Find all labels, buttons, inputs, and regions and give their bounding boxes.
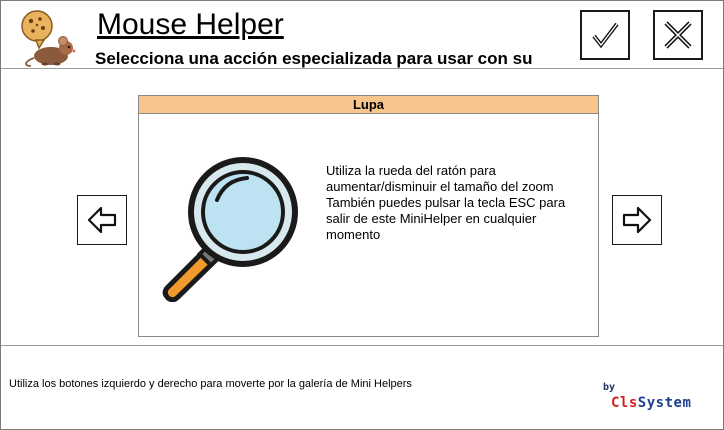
- helper-card: Lupa Utiliza la rueda del ratón para aum…: [138, 95, 599, 337]
- next-helper-button[interactable]: [612, 195, 662, 245]
- accept-button[interactable]: [580, 10, 630, 60]
- close-button[interactable]: [653, 10, 703, 60]
- description-line: aumentar/disminuir el tamaño del zoom: [326, 179, 554, 194]
- arrow-right-icon: [622, 206, 652, 234]
- brand-name: ClsSystem: [611, 395, 691, 411]
- description-line: Utiliza la rueda del ratón para: [326, 163, 496, 178]
- description-line: salir de este MiniHelper en cualquier: [326, 211, 537, 226]
- arrow-left-icon: [87, 206, 117, 234]
- brand-system: System: [637, 395, 692, 411]
- brand-cls: Cls: [611, 395, 638, 411]
- description-line: momento: [326, 227, 381, 242]
- magnifying-glass-icon: [162, 157, 298, 302]
- description-line: También puedes pulsar la tecla ESC para: [326, 195, 566, 210]
- helper-card-description: Utiliza la rueda del ratón para aumentar…: [326, 163, 586, 243]
- checkmark-icon: [592, 22, 619, 49]
- header: Mouse Helper Selecciona una acción espec…: [1, 1, 723, 69]
- page-subtitle: Selecciona una acción especializada para…: [95, 49, 533, 68]
- mouse-with-cookie-icon: [21, 10, 76, 67]
- brand-by: by: [603, 382, 616, 393]
- page-title: Mouse Helper: [97, 8, 284, 41]
- previous-helper-button[interactable]: [77, 195, 127, 245]
- mouse-helper-window: Mouse Helper Selecciona una acción espec…: [0, 0, 724, 430]
- footer: Utiliza los botones izquierdo y derecho …: [1, 345, 723, 429]
- brand-logo: by ClsSystem: [603, 382, 715, 414]
- gallery-area: Lupa Utiliza la rueda del ratón para aum…: [1, 70, 723, 344]
- helper-card-title: Lupa: [139, 96, 598, 114]
- close-x-icon: [664, 21, 692, 49]
- footer-hint: Utiliza los botones izquierdo y derecho …: [9, 378, 412, 390]
